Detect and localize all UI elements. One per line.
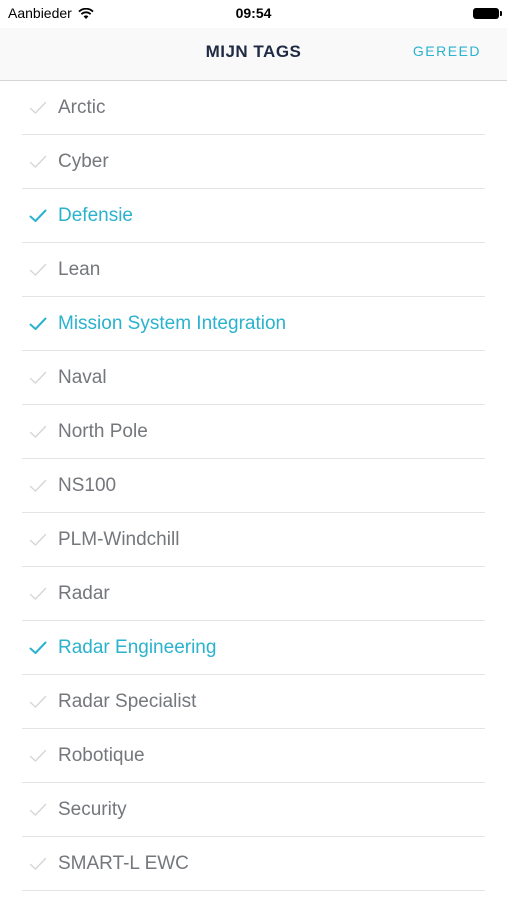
status-bar: Aanbieder 09:54 — [0, 0, 507, 28]
tag-row[interactable]: Naval — [22, 351, 485, 405]
tag-row[interactable]: Robotique — [22, 729, 485, 783]
done-button[interactable]: GEREED — [413, 43, 481, 59]
checkmark-icon — [29, 587, 47, 601]
tag-row[interactable]: Security — [22, 783, 485, 837]
tag-label: Radar — [58, 582, 110, 604]
checkmark-icon — [29, 749, 47, 763]
tag-row[interactable]: Mission System Integration — [22, 297, 485, 351]
tag-row[interactable]: Arctic — [22, 81, 485, 135]
tag-label: Mission System Integration — [58, 312, 287, 334]
checkmark-icon — [29, 479, 47, 493]
tag-label: Arctic — [58, 96, 106, 118]
tag-label: SMART-L EWC — [58, 852, 189, 874]
checkmark-icon — [29, 803, 47, 817]
battery-icon — [473, 8, 502, 19]
tag-list: Arctic Cyber Defensie Lean Mission System In… — [0, 81, 507, 891]
tag-label: Radar Specialist — [58, 690, 197, 712]
tag-row[interactable]: Defensie — [22, 189, 485, 243]
tag-row[interactable]: Cyber — [22, 135, 485, 189]
tag-row[interactable]: NS100 — [22, 459, 485, 513]
checkmark-icon — [29, 695, 47, 709]
checkmark-icon — [29, 425, 47, 439]
tag-label: Defensie — [58, 204, 133, 226]
tag-label: NS100 — [58, 474, 117, 496]
tag-row[interactable]: Lean — [22, 243, 485, 297]
status-time: 09:54 — [235, 5, 272, 21]
tag-row[interactable]: Radar Engineering — [22, 621, 485, 675]
tag-row[interactable]: PLM-Windchill — [22, 513, 485, 567]
checkmark-icon — [29, 101, 47, 115]
tag-row[interactable]: SMART-L EWC — [22, 837, 485, 891]
tag-label: PLM-Windchill — [58, 528, 180, 550]
tag-label: Robotique — [58, 744, 145, 766]
tag-label: North Pole — [58, 420, 148, 442]
checkmark-icon — [29, 371, 47, 385]
checkmark-icon — [29, 209, 47, 223]
tag-label: Security — [58, 798, 127, 820]
checkmark-icon — [29, 641, 47, 655]
checkmark-icon — [29, 155, 47, 169]
tag-label: Lean — [58, 258, 101, 280]
checkmark-icon — [29, 317, 47, 331]
tag-label: Cyber — [58, 150, 109, 172]
tag-label: Naval — [58, 366, 107, 388]
tag-row[interactable]: Radar — [22, 567, 485, 621]
tag-label: Radar Engineering — [58, 636, 217, 658]
checkmark-icon — [29, 263, 47, 277]
checkmark-icon — [29, 533, 47, 547]
checkmark-icon — [29, 857, 47, 871]
tag-row[interactable]: Radar Specialist — [22, 675, 485, 729]
navigation-bar: MIJN TAGS GEREED — [0, 28, 507, 81]
tag-row[interactable]: North Pole — [22, 405, 485, 459]
